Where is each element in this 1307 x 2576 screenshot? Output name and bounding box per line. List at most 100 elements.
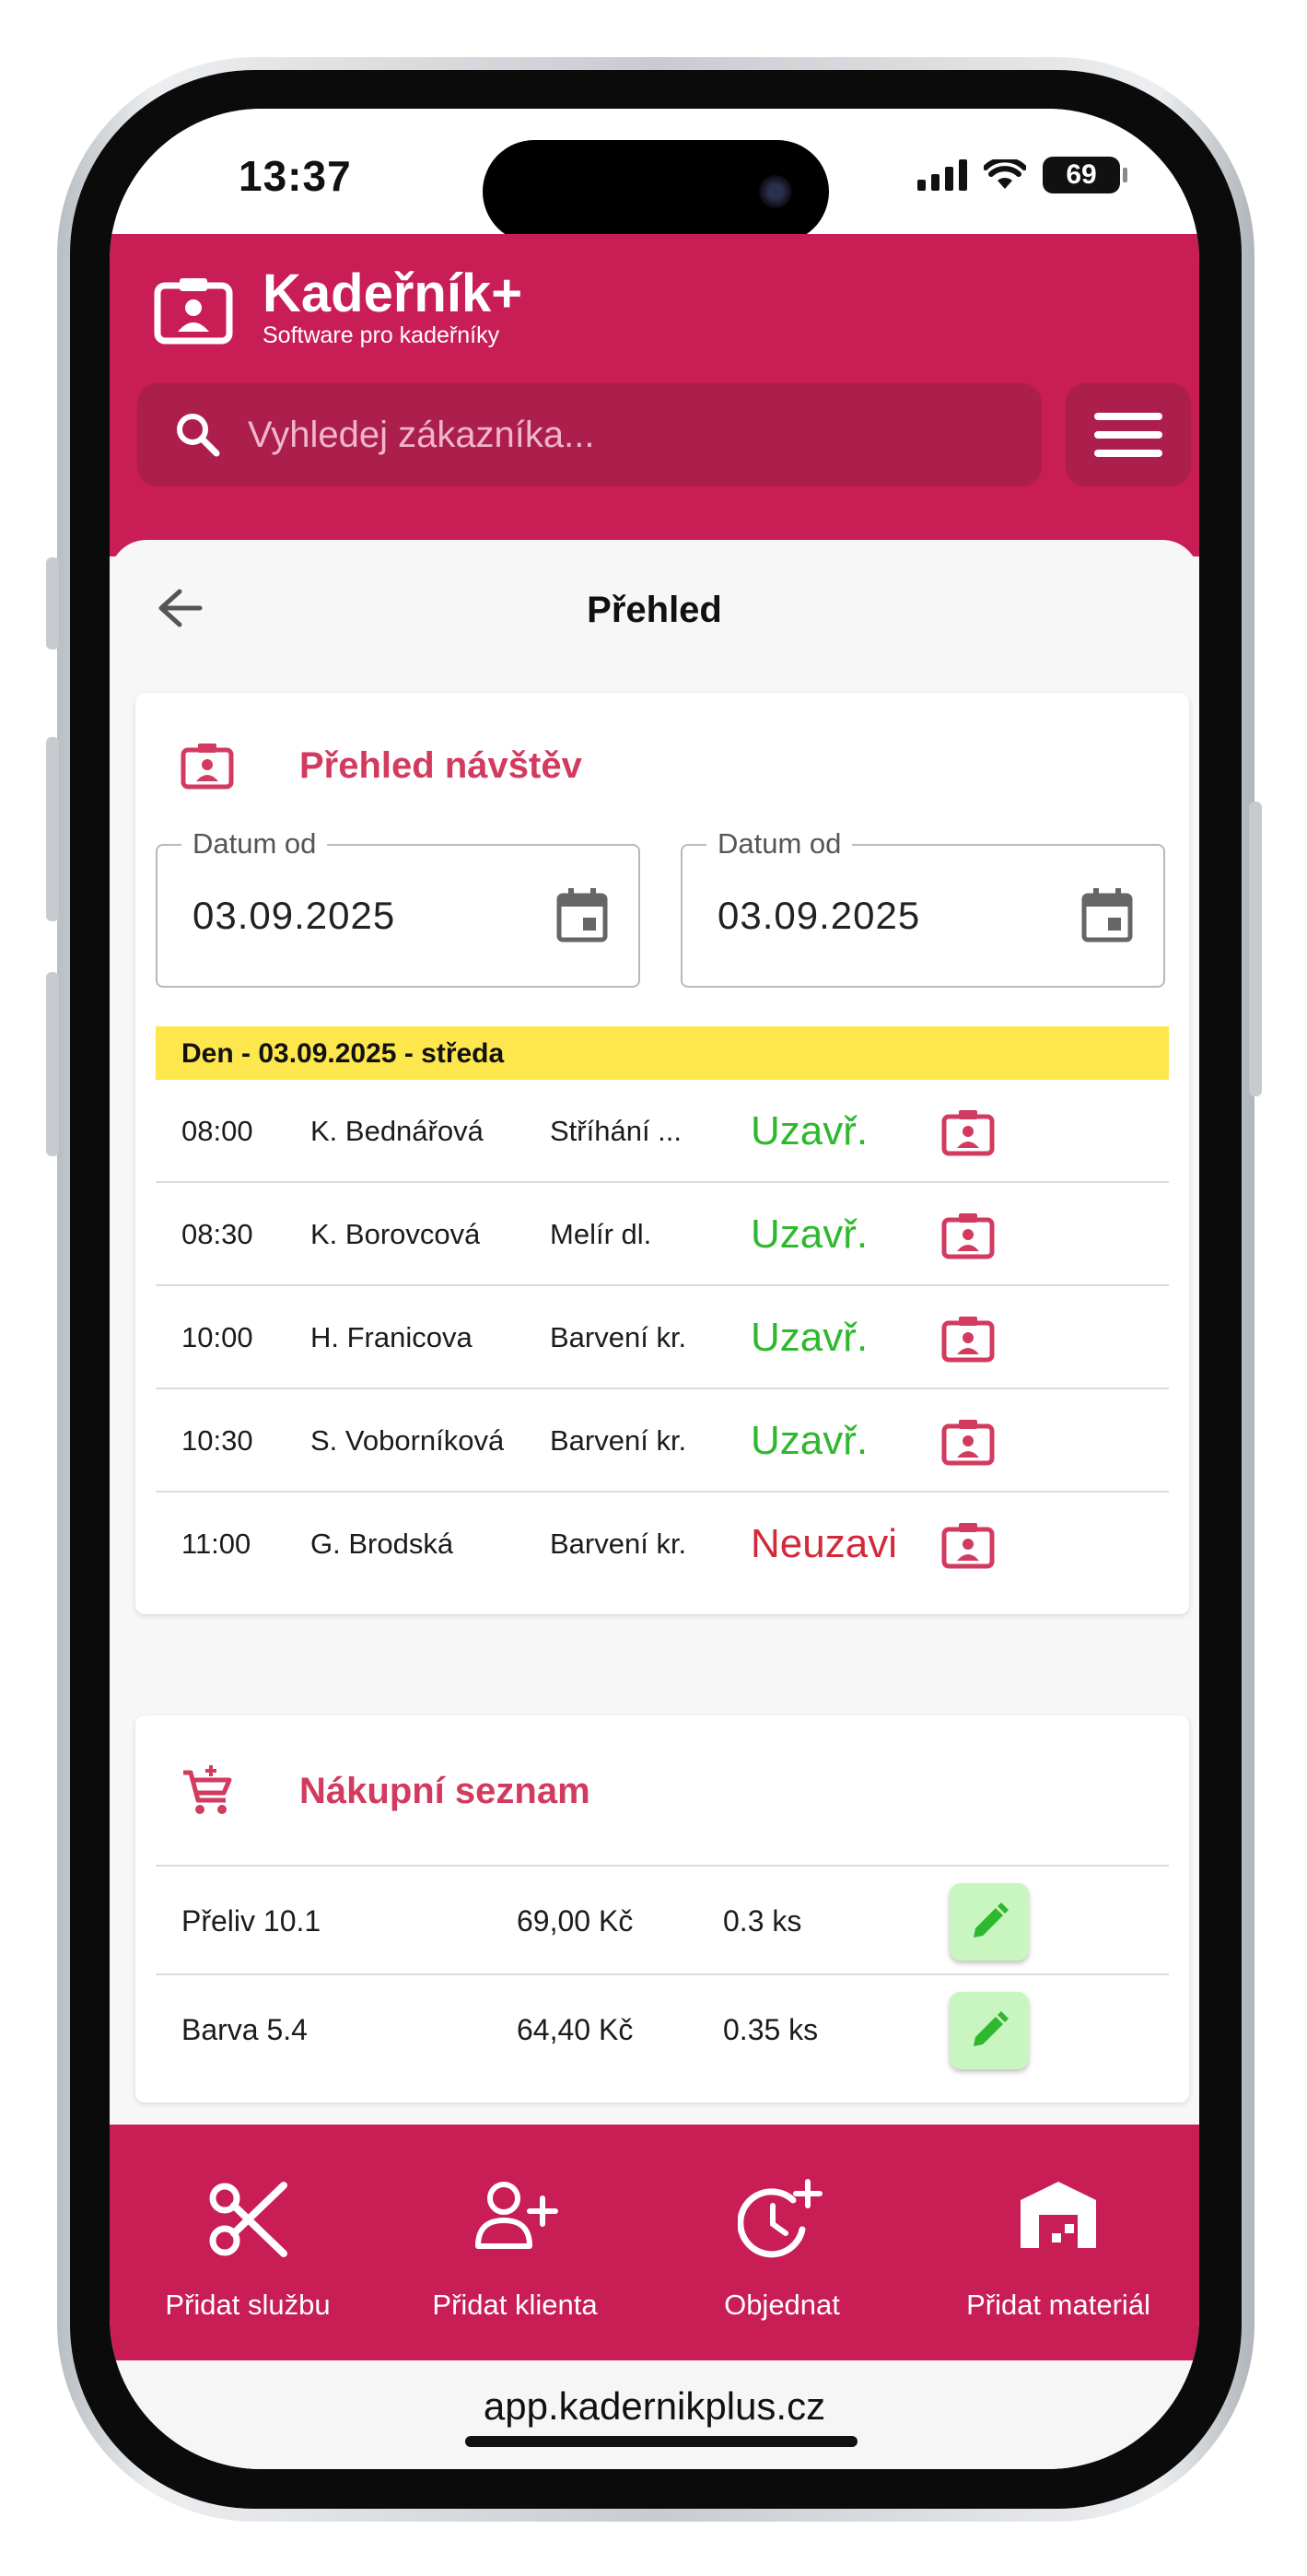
visit-row[interactable]: 08:00 K. Bednářová Stříhání ... Uzavř. <box>156 1080 1169 1183</box>
shopping-item: Barva 5.4 <box>181 2013 308 2046</box>
page-header: Přehled <box>110 540 1199 678</box>
visit-status: Uzavř. <box>751 1315 869 1360</box>
shopping-row: Přeliv 10.1 69,00 Kč 0.3 ks <box>156 1865 1169 1973</box>
client-card-icon <box>181 744 234 790</box>
status-icons: 69 <box>917 157 1127 193</box>
add-person-icon <box>475 2182 558 2249</box>
visit-time: 08:00 <box>181 1115 253 1147</box>
edit-button[interactable] <box>950 1883 1029 1961</box>
shopping-card-header: Nákupní seznam <box>180 1763 590 1819</box>
visit-client: G. Brodská <box>310 1528 454 1560</box>
visits-title: Přehled návštěv <box>299 744 582 786</box>
day-header: Den - 03.09.2025 - středa <box>156 1026 1169 1080</box>
camera-icon <box>759 175 792 208</box>
app-header: Kadeřník+ Software pro kadeřníky <box>110 234 1199 556</box>
scissors-icon <box>209 2182 287 2257</box>
visit-service: Barvení kr. <box>550 1321 687 1353</box>
pencil-icon <box>974 1903 1009 1938</box>
warehouse-icon <box>1021 2182 1096 2248</box>
visit-row[interactable]: 11:00 G. Brodská Barvení kr. Neuzavi <box>156 1493 1169 1596</box>
side-button <box>46 557 59 650</box>
volume-up-button <box>46 737 59 921</box>
nav-add-client[interactable]: Přidat klienta <box>377 2125 653 2360</box>
nav-add-material-label: Přidat materiál <box>966 2289 1150 2321</box>
shopping-qty: 0.35 ks <box>723 2013 819 2046</box>
status-time: 13:37 <box>239 152 352 200</box>
shopping-row: Barva 5.4 64,40 Kč 0.35 ks <box>156 1973 1169 2082</box>
visit-status: Neuzavi <box>751 1521 897 1566</box>
search-bar[interactable] <box>137 383 1042 486</box>
pencil-icon <box>974 2011 1009 2046</box>
main-content: Přehled Přehled návštěv Datum od 03.09.2… <box>110 540 1199 2125</box>
visit-status: Uzavř. <box>751 1418 869 1463</box>
browser-url-bar[interactable]: app.kadernikplus.cz <box>110 2360 1199 2469</box>
signal-icon <box>917 159 967 191</box>
visit-row[interactable]: 10:30 S. Voborníková Barvení kr. Uzavř. <box>156 1389 1169 1493</box>
screen: 13:37 69 Kadeřník+ Software pro kadeřník… <box>110 109 1199 2469</box>
visit-client: S. Voborníková <box>310 1424 505 1457</box>
date-from-field[interactable]: Datum od 03.09.2025 <box>156 827 640 988</box>
visits-card: Přehled návštěv Datum od 03.09.2025 Datu… <box>135 693 1189 1614</box>
volume-down-button <box>46 972 59 1156</box>
app-subtitle: Software pro kadeřníky <box>263 322 500 348</box>
app-name: Kadeřník+ <box>263 263 523 323</box>
nav-order[interactable]: Objednat <box>644 2125 920 2360</box>
visit-client: K. Borovcová <box>310 1218 481 1250</box>
calendar-icon[interactable] <box>1080 886 1134 943</box>
visit-time: 08:30 <box>181 1218 253 1250</box>
menu-button[interactable] <box>1066 383 1191 486</box>
client-card-icon[interactable] <box>940 1314 996 1364</box>
client-card-icon[interactable] <box>940 1211 996 1260</box>
calendar-icon[interactable] <box>555 886 609 943</box>
visit-time: 11:00 <box>181 1528 251 1560</box>
bottom-nav: Přidat službu Přidat klienta Objednat Př… <box>110 2125 1199 2360</box>
browser-url: app.kadernikplus.cz <box>483 2384 826 2428</box>
date-from-label: Datum od <box>181 827 328 861</box>
home-indicator[interactable] <box>465 2436 858 2447</box>
shopping-price: 64,40 Kč <box>517 2013 634 2046</box>
client-card-icon[interactable] <box>940 1520 996 1570</box>
shopping-qty: 0.3 ks <box>723 1904 802 1938</box>
nav-add-service[interactable]: Přidat službu <box>110 2125 386 2360</box>
visit-service: Barvení kr. <box>550 1424 687 1457</box>
wifi-icon <box>984 159 1026 189</box>
visit-client: K. Bednářová <box>310 1115 484 1147</box>
date-to-field[interactable]: Datum od 03.09.2025 <box>681 827 1165 988</box>
search-icon <box>177 414 220 457</box>
visit-status: Uzavř. <box>751 1108 869 1153</box>
nav-order-label: Objednat <box>724 2289 840 2321</box>
visit-service: Stříhání ... <box>550 1115 683 1147</box>
nav-add-service-label: Přidat službu <box>165 2289 331 2321</box>
status-bar: 13:37 69 <box>110 109 1199 243</box>
dynamic-island <box>483 140 829 243</box>
visit-status: Uzavř. <box>751 1212 869 1257</box>
visit-time: 10:30 <box>181 1424 253 1457</box>
power-button <box>1249 802 1262 1096</box>
visit-time: 10:00 <box>181 1321 253 1353</box>
visit-row[interactable]: 08:30 K. Borovcová Melír dl. Uzavř. <box>156 1183 1169 1286</box>
brand: Kadeřník+ Software pro kadeřníky <box>263 263 523 349</box>
nav-add-client-label: Přidat klienta <box>432 2289 598 2321</box>
visit-service: Melír dl. <box>550 1218 652 1250</box>
shopping-item: Přeliv 10.1 <box>181 1904 321 1938</box>
shopping-title: Nákupní seznam <box>299 1770 590 1811</box>
logo-icon <box>154 278 233 345</box>
visit-row[interactable]: 10:00 H. Franicova Barvení kr. Uzavř. <box>156 1286 1169 1389</box>
nav-add-material[interactable]: Přidat materiál <box>920 2125 1196 2360</box>
client-card-icon[interactable] <box>940 1107 996 1157</box>
page-title: Přehled <box>587 590 722 630</box>
client-card-icon[interactable] <box>940 1417 996 1467</box>
shopping-price: 69,00 Kč <box>517 1904 634 1938</box>
date-from-value: 03.09.2025 <box>193 894 396 937</box>
date-to-value: 03.09.2025 <box>718 894 921 937</box>
visits-card-header: Přehled návštěv <box>180 741 582 790</box>
date-to-label: Datum od <box>706 827 853 861</box>
clock-plus-icon <box>738 2179 823 2258</box>
menu-icon <box>1094 413 1162 420</box>
visit-client: H. Franicova <box>310 1321 473 1353</box>
search-input[interactable] <box>248 414 985 456</box>
edit-button[interactable] <box>950 1992 1029 2069</box>
shopping-card: Nákupní seznam Přeliv 10.1 69,00 Kč 0.3 ks… <box>135 1715 1189 2102</box>
visit-service: Barvení kr. <box>550 1528 687 1560</box>
battery-icon: 69 <box>1043 157 1127 193</box>
